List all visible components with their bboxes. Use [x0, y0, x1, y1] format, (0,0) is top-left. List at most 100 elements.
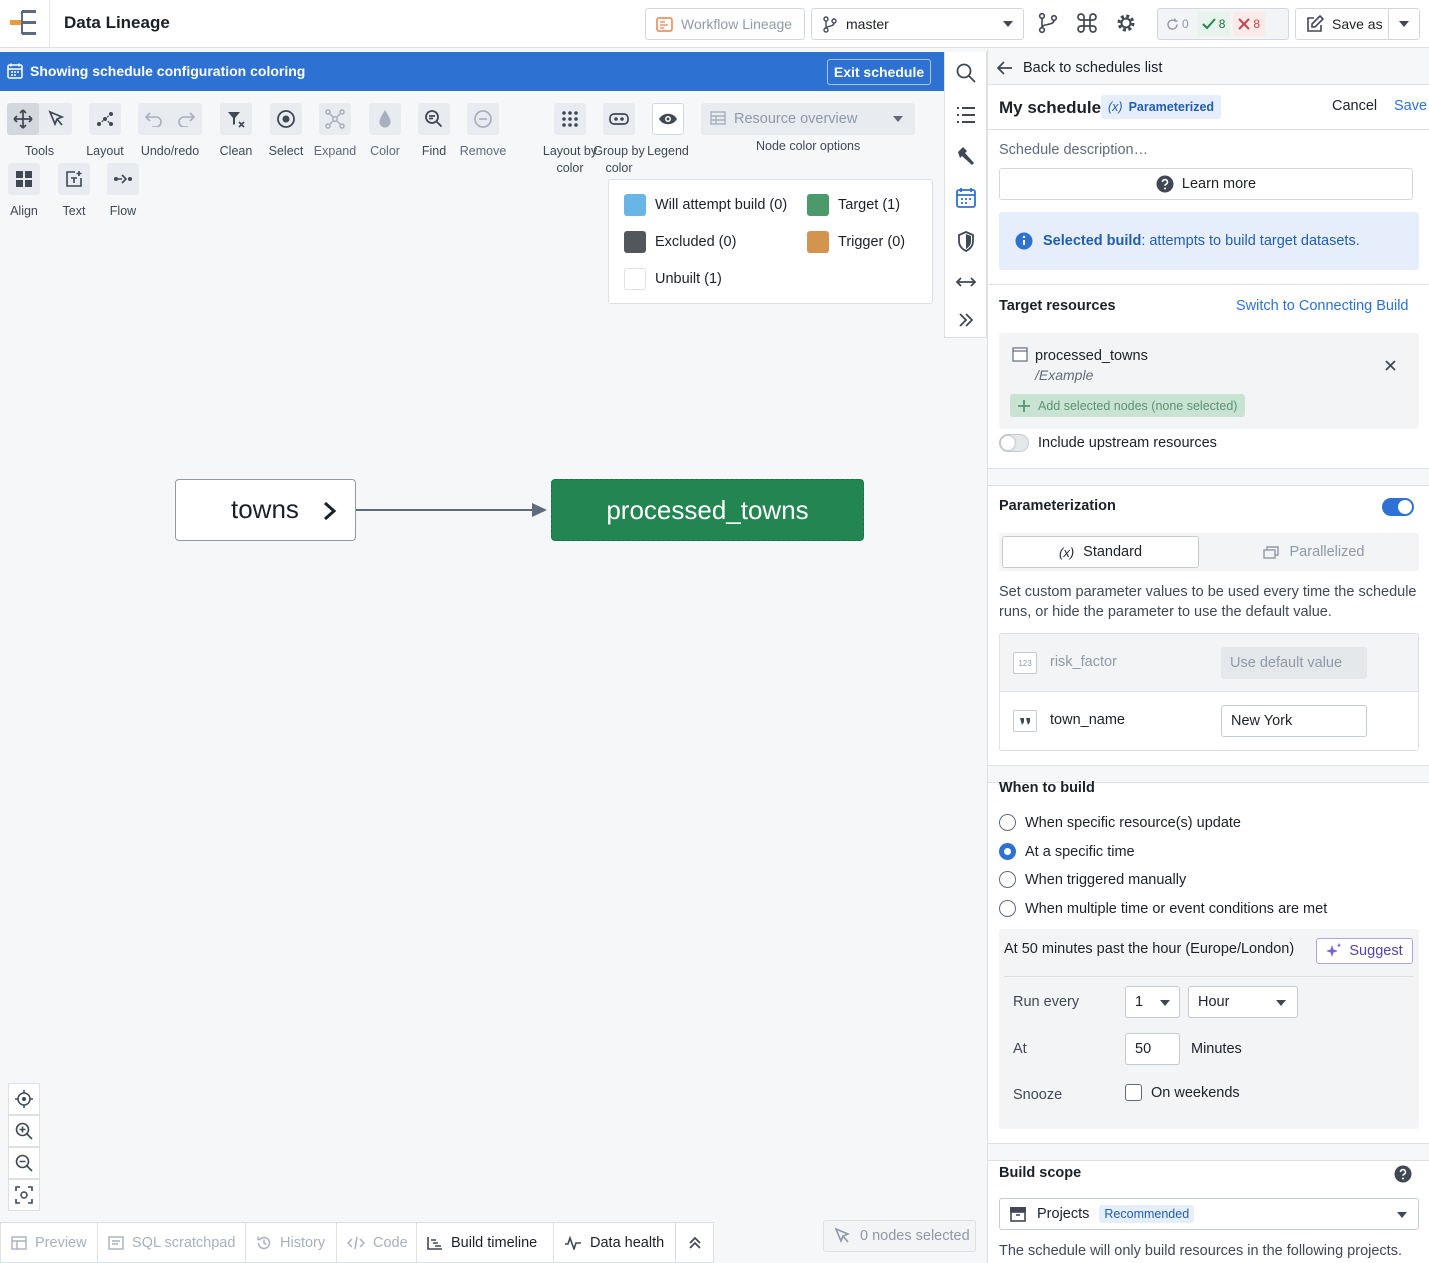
- status-success[interactable]: 8: [1196, 12, 1231, 36]
- branch-compare-icon[interactable]: [1037, 12, 1061, 36]
- select-tool[interactable]: Select: [269, 103, 303, 159]
- clean-tool[interactable]: Clean: [219, 103, 253, 159]
- double-chevron-right-icon[interactable]: [955, 309, 977, 331]
- flow-tool[interactable]: Flow: [106, 163, 140, 219]
- find-tool[interactable]: Find: [417, 103, 451, 159]
- run-every-select[interactable]: 1: [1125, 986, 1180, 1018]
- add-selected-nodes-button[interactable]: Add selected nodes (none selected): [1010, 394, 1246, 417]
- tab-history[interactable]: History: [246, 1223, 337, 1263]
- tab-sql-scratchpad[interactable]: SQL scratchpad: [98, 1223, 246, 1263]
- branch-selector[interactable]: master: [811, 8, 1024, 40]
- help-icon[interactable]: [1394, 1165, 1412, 1183]
- tab-data-health[interactable]: Data health: [554, 1223, 676, 1263]
- grid-align-icon[interactable]: [8, 163, 40, 195]
- radio-multiple-conditions[interactable]: When multiple time or event conditions a…: [999, 900, 1327, 917]
- zoom-in-icon[interactable]: [8, 1115, 40, 1147]
- droplet-icon[interactable]: [369, 103, 401, 135]
- tab-build-timeline[interactable]: Build timeline: [417, 1223, 554, 1263]
- add-text-icon[interactable]: [58, 163, 90, 195]
- radio-dot[interactable]: [999, 871, 1016, 888]
- group-by-color-icon[interactable]: [603, 103, 635, 135]
- at-minutes-input[interactable]: 50: [1125, 1033, 1180, 1065]
- node-towns[interactable]: towns: [175, 479, 356, 541]
- tab-code[interactable]: Code: [337, 1223, 417, 1263]
- select-target-icon[interactable]: [270, 103, 302, 135]
- pointer-tool-icon[interactable]: [39, 103, 72, 135]
- group-by-color-tool[interactable]: Group by color: [593, 103, 645, 177]
- undo-icon[interactable]: [138, 103, 170, 135]
- radio-triggered-manually[interactable]: When triggered manually: [999, 871, 1186, 888]
- layout-icon[interactable]: [89, 103, 121, 135]
- include-upstream-toggle[interactable]: Include upstream resources: [999, 434, 1217, 452]
- radio-dot[interactable]: [999, 900, 1016, 917]
- exit-schedule-button[interactable]: Exit schedule: [827, 59, 931, 85]
- command-icon[interactable]: [1076, 12, 1100, 36]
- zoom-out-icon[interactable]: [8, 1147, 40, 1179]
- layout-by-color-tool[interactable]: Layout by color: [543, 103, 597, 177]
- eye-icon[interactable]: [652, 103, 684, 135]
- align-tool[interactable]: Align: [7, 163, 41, 219]
- layout-by-color-icon[interactable]: [554, 103, 586, 135]
- schedule-calendar-icon[interactable]: [955, 187, 977, 209]
- find-icon[interactable]: [418, 103, 450, 135]
- resource-name[interactable]: processed_towns: [1035, 348, 1148, 364]
- toggle-off[interactable]: [999, 434, 1029, 452]
- checkbox[interactable]: [1125, 1084, 1142, 1101]
- switch-connecting-build-link[interactable]: Switch to Connecting Build: [1236, 298, 1409, 314]
- save-button[interactable]: Save: [1394, 98, 1427, 114]
- tab-preview[interactable]: Preview: [1, 1223, 98, 1263]
- layout-tool[interactable]: Layout: [86, 103, 124, 159]
- expand-panel-icon[interactable]: [676, 1223, 713, 1263]
- list-icon[interactable]: [955, 104, 977, 126]
- workflow-lineage-button[interactable]: Workflow Lineage: [645, 8, 805, 40]
- back-to-schedules-link[interactable]: Back to schedules list: [1023, 60, 1162, 76]
- suggest-button[interactable]: Suggest: [1316, 938, 1413, 964]
- arrow-left-icon[interactable]: [997, 61, 1013, 75]
- fit-to-screen-icon[interactable]: [8, 1179, 40, 1211]
- save-as-button[interactable]: Save as: [1295, 8, 1389, 40]
- clean-filter-icon[interactable]: [220, 103, 252, 135]
- resource-overview-dropdown[interactable]: Resource overview: [701, 103, 915, 135]
- chevron-right-icon[interactable]: [323, 501, 337, 521]
- resize-horizontal-icon[interactable]: [955, 271, 977, 293]
- town-name-input[interactable]: New York: [1221, 705, 1367, 737]
- expand-tool[interactable]: Expand: [314, 103, 356, 159]
- flow-icon[interactable]: [107, 163, 139, 195]
- radio-specific-time[interactable]: At a specific time: [999, 843, 1135, 860]
- legend-tool[interactable]: Legend: [647, 103, 689, 159]
- learn-more-button[interactable]: Learn more: [999, 168, 1413, 200]
- schedule-description-input[interactable]: Schedule description…: [999, 142, 1148, 158]
- cancel-button[interactable]: Cancel: [1332, 98, 1377, 114]
- remove-tool[interactable]: Remove: [460, 103, 506, 159]
- shield-icon[interactable]: [955, 230, 977, 252]
- search-icon[interactable]: [955, 62, 977, 84]
- move-tool-icon[interactable]: [7, 103, 39, 135]
- status-running[interactable]: 0: [1161, 12, 1194, 36]
- gear-icon[interactable]: [1115, 12, 1139, 36]
- remove-icon[interactable]: [467, 103, 499, 135]
- expand-icon[interactable]: [319, 103, 351, 135]
- build-scope-select[interactable]: Projects Recommended: [999, 1198, 1419, 1230]
- color-tool[interactable]: Color: [368, 103, 402, 159]
- node-processed-towns[interactable]: processed_towns: [551, 479, 864, 541]
- text-tool[interactable]: Text: [57, 163, 91, 219]
- parameterization-toggle[interactable]: [1382, 498, 1414, 516]
- run-every-unit-select[interactable]: Hour: [1188, 986, 1298, 1018]
- mode-parallelized-button[interactable]: Parallelized: [1215, 536, 1412, 568]
- hammer-icon[interactable]: [955, 145, 977, 167]
- on-weekends-checkbox[interactable]: On weekends: [1125, 1084, 1240, 1101]
- radio-dot-selected[interactable]: [999, 843, 1016, 860]
- back-bar[interactable]: Back to schedules list: [988, 49, 1429, 85]
- save-as-menu-button[interactable]: [1388, 8, 1420, 40]
- build-status-group[interactable]: 0 8 8: [1157, 8, 1289, 40]
- recenter-icon[interactable]: [8, 1083, 40, 1115]
- use-default-value-button[interactable]: Use default value: [1221, 647, 1367, 679]
- radio-dot[interactable]: [999, 814, 1016, 831]
- redo-icon[interactable]: [170, 103, 202, 135]
- schedule-name[interactable]: My schedule: [999, 98, 1101, 118]
- mode-standard-button[interactable]: (x) Standard: [1002, 536, 1199, 568]
- radio-resource-update[interactable]: When specific resource(s) update: [999, 814, 1241, 831]
- remove-resource-icon[interactable]: [1385, 360, 1396, 371]
- status-failed[interactable]: 8: [1233, 12, 1266, 36]
- app-logo-icon[interactable]: [0, 0, 50, 48]
